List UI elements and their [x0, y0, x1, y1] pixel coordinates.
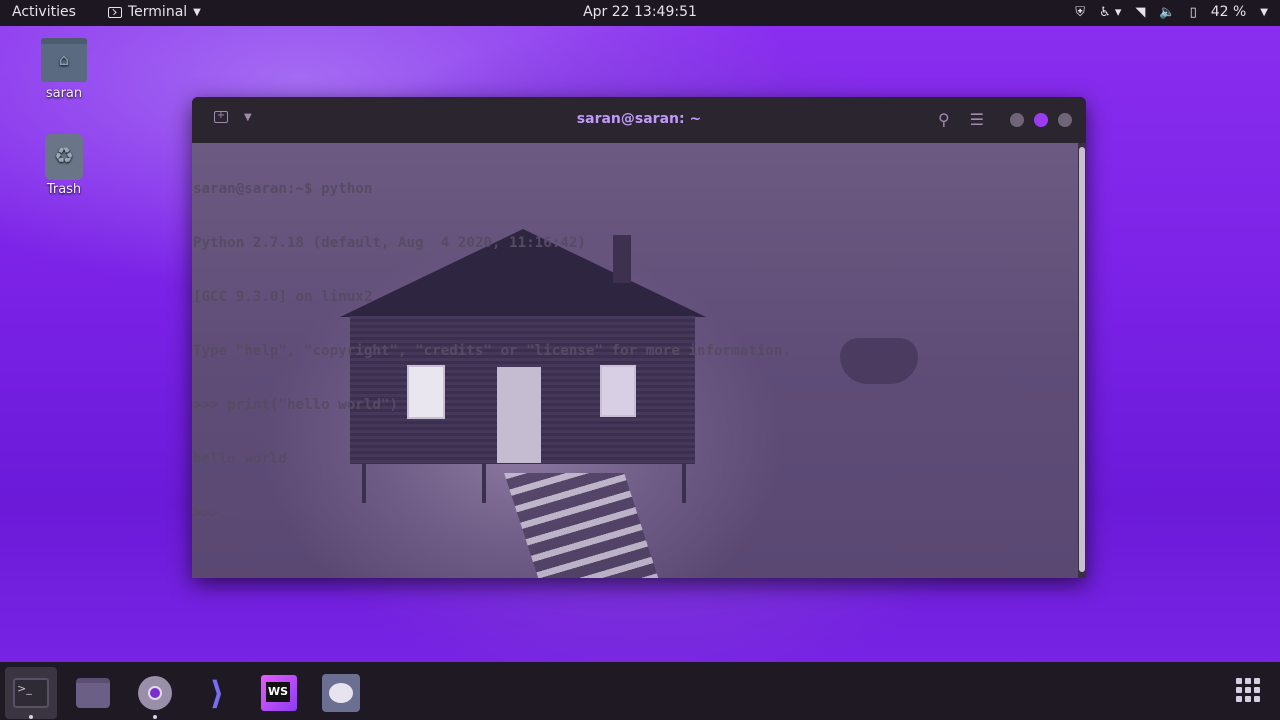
terminal-line: >>> print("hello world")	[193, 397, 398, 413]
system-tray[interactable]: ⛨ ♿ ▾ ◥ 🔈 ▯ 42 % ▼	[1075, 4, 1268, 20]
search-icon[interactable]: ⚲	[938, 110, 950, 129]
running-indicator	[29, 715, 33, 719]
files-icon	[76, 678, 110, 708]
desktop-icon-home[interactable]: ⌂ saran	[24, 38, 104, 101]
desktop-icon-label: saran	[45, 86, 83, 101]
dock-item-terminal[interactable]: >_	[5, 667, 57, 719]
terminal-output[interactable]: saran@saran:~$ python Python 2.7.18 (def…	[192, 143, 1078, 578]
terminal-line: hello world	[193, 451, 287, 467]
dock-item-teamviewer[interactable]	[315, 667, 367, 719]
volume-icon[interactable]: 🔈	[1159, 5, 1175, 20]
dock-item-vscode[interactable]: ⟩	[191, 667, 243, 719]
trash-icon: ♻	[45, 134, 83, 180]
window-headerbar[interactable]: + ▼ saran@saran: ~ ⚲ ☰	[192, 97, 1086, 143]
show-applications-icon[interactable]	[1236, 678, 1260, 702]
wifi-icon[interactable]: ◥	[1135, 5, 1145, 20]
terminal-icon: >_	[13, 678, 49, 708]
terminal-line: >>> _	[193, 505, 236, 521]
scrollbar-thumb[interactable]	[1079, 147, 1085, 572]
battery-percent: 42 %	[1210, 4, 1247, 20]
terminal-line: Python 2.7.18 (default, Aug 4 2020, 11:1…	[193, 235, 586, 251]
chevron-down-icon[interactable]: ▼	[1260, 7, 1268, 18]
minimize-button[interactable]	[1010, 112, 1024, 127]
close-button[interactable]	[1058, 112, 1072, 127]
scrollbar[interactable]	[1078, 143, 1086, 578]
top-bar: Activities Terminal ▼ Apr 22 13:49:51 ⛨ …	[0, 0, 1280, 26]
boat	[840, 338, 918, 384]
teamviewer-icon	[322, 674, 360, 712]
terminal-line: [GCC 9.3.0] on linux2	[193, 289, 373, 305]
terminal-window[interactable]: + ▼ saran@saran: ~ ⚲ ☰ saran@saran:~$ py…	[192, 97, 1086, 578]
webstorm-icon: WS	[261, 675, 297, 711]
running-indicator	[153, 715, 157, 719]
maximize-button[interactable]	[1034, 112, 1048, 127]
battery-icon[interactable]: ▯	[1190, 5, 1197, 20]
menu-icon[interactable]: ☰	[970, 110, 984, 129]
desktop-icon-label: Trash	[46, 182, 82, 197]
shield-icon[interactable]: ⛨	[1075, 5, 1085, 20]
terminal-line: Type "help", "copyright", "credits" or "…	[193, 343, 791, 359]
vscode-icon: ⟩	[209, 674, 225, 712]
dock-item-chrome[interactable]	[129, 667, 181, 719]
desktop-icon-trash[interactable]: ♻ Trash	[24, 134, 104, 197]
home-folder-icon: ⌂	[41, 38, 87, 82]
dock-item-webstorm[interactable]: WS	[253, 667, 305, 719]
terminal-text: saran@saran:~$ python Python 2.7.18 (def…	[192, 143, 791, 558]
dock-item-files[interactable]	[67, 667, 119, 719]
accessibility-icon[interactable]: ♿ ▾	[1099, 5, 1121, 20]
terminal-line: saran@saran:~$ python	[193, 181, 373, 197]
dock: >_ ⟩ WS	[0, 662, 1280, 720]
chrome-icon	[138, 676, 172, 710]
